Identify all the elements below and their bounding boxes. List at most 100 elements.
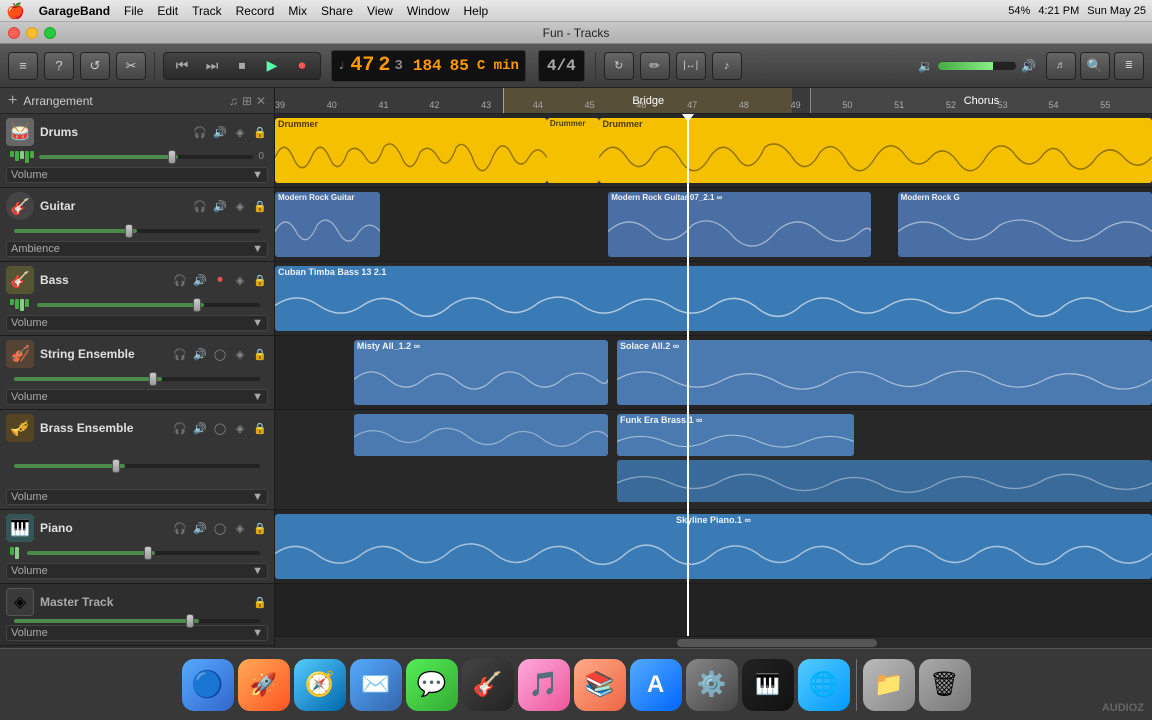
fast-forward-button[interactable]: ⏭ [198,53,226,79]
piano-smart-btn[interactable]: ◈ [232,520,248,536]
strings-smart-btn[interactable]: ◈ [232,346,248,362]
guitar-volume-knob[interactable] [125,224,133,238]
piano-volume-select[interactable]: Volume▼ [6,563,268,579]
menu-window[interactable]: Window [407,4,450,18]
strings-mute-btn[interactable]: ◯ [212,346,228,362]
maximize-button[interactable] [44,27,56,39]
bass-lock-btn[interactable]: 🔒 [252,272,268,288]
minimize-button[interactable] [26,27,38,39]
record-button[interactable]: ⏺ [288,53,316,79]
bass-volume-knob[interactable] [193,298,201,312]
menu-help[interactable]: Help [464,4,489,18]
dock-systemprefs[interactable]: ⚙️ [686,659,738,711]
dock-safari[interactable]: 🧭 [294,659,346,711]
brass-clip-funk[interactable]: Funk Era Brass.1 ∞ [617,414,854,456]
rewind-button[interactable]: ⏮ [168,53,196,79]
master-volume-knob[interactable] [186,614,194,628]
dock-trash[interactable]: 🗑 [919,659,971,711]
brass-volume-knob[interactable] [112,459,120,473]
guitar-lock-btn[interactable]: 🔒 [252,198,268,214]
brass-lock-btn[interactable]: 🔒 [252,420,268,436]
guitar-volume-select[interactable]: Ambience▼ [6,241,268,257]
stop-button[interactable]: ⏹ [228,53,256,79]
strings-headphones-btn[interactable]: 🎧 [172,346,188,362]
add-track-button[interactable]: + [8,92,17,110]
dock-launchpad[interactable]: 🚀 [238,659,290,711]
cycle-button[interactable]: ↻ [604,52,634,80]
menu-view[interactable]: View [367,4,393,18]
snap-button[interactable]: |↔| [676,52,706,80]
dock-garageband[interactable]: 🎸 [462,659,514,711]
dock-appstore[interactable]: A [630,659,682,711]
dock-finder[interactable]: 🔵 [182,659,234,711]
drums-headphones-btn[interactable]: 🎧 [192,124,208,140]
drums-clip-2[interactable]: Drummer [547,118,600,183]
guitar-clip-1[interactable]: Modern Rock Guitar [275,192,380,257]
strings-clip-2[interactable]: Solace All.2 ∞ [617,340,1152,405]
strings-speaker-btn[interactable]: 🔊 [192,346,208,362]
piano-volume-knob[interactable] [144,546,152,560]
dock-finder2[interactable]: 📁 [863,659,915,711]
arrangement-note-icon[interactable]: ♫ [229,94,238,108]
bass-smart-btn[interactable]: ◈ [232,272,248,288]
menu-mix[interactable]: Mix [288,4,307,18]
piano-headphones-btn[interactable]: 🎧 [172,520,188,536]
play-button[interactable]: ▶ [258,53,286,79]
piano-clip-1[interactable]: Skyline Piano.1 ∞ [275,514,1152,579]
brass-smart-btn[interactable]: ◈ [232,420,248,436]
drums-volume-select[interactable]: Volume▼ [6,167,268,183]
drums-clip-3[interactable]: Drummer [599,118,1152,183]
strings-volume-select[interactable]: Volume▼ [6,389,268,405]
master-volume-select[interactable]: Volume▼ [6,625,268,641]
strings-volume-knob[interactable] [149,372,157,386]
score-button[interactable]: ♬ [1046,52,1076,80]
guitar-clip-2[interactable]: Modern Rock Guitar 07_2.1 ∞ [608,192,871,257]
brass-headphones-btn[interactable]: 🎧 [172,420,188,436]
apple-menu[interactable]: 🍎 [6,2,25,20]
brass-mute-btn[interactable]: ◯ [212,420,228,436]
help-button[interactable]: ? [44,52,74,80]
horizontal-scrollbar[interactable] [275,636,1152,648]
menu-track[interactable]: Track [192,4,222,18]
bass-headphones-btn[interactable]: 🎧 [172,272,188,288]
piano-mute-btn[interactable]: ◯ [212,520,228,536]
note-button[interactable]: ♪ [712,52,742,80]
dock-itunes[interactable]: 🎵 [518,659,570,711]
pencil-button[interactable]: ✏ [640,52,670,80]
arrangement-grid-icon[interactable]: ⊞ [242,94,252,108]
library-button[interactable]: ≡ [8,52,38,80]
guitar-speaker-btn[interactable]: 🔊 [212,198,228,214]
brass-speaker-btn[interactable]: 🔊 [192,420,208,436]
dock-books[interactable]: 📚 [574,659,626,711]
menu-share[interactable]: Share [321,4,353,18]
bass-volume-select[interactable]: Volume▼ [6,315,268,331]
strings-lock-btn[interactable]: 🔒 [252,346,268,362]
guitar-smart-btn[interactable]: ◈ [232,198,248,214]
dock-safari2[interactable]: 🌐 [798,659,850,711]
undo-button[interactable]: ↺ [80,52,110,80]
drums-clip-1[interactable]: Drummer [275,118,547,183]
menu-edit[interactable]: Edit [157,4,178,18]
brass-clip-1[interactable] [354,414,608,456]
piano-speaker-btn[interactable]: 🔊 [192,520,208,536]
redo-button[interactable]: ✂ [116,52,146,80]
dock-midi[interactable]: 🎹 [742,659,794,711]
app-name[interactable]: GarageBand [39,4,110,18]
close-button[interactable] [8,27,20,39]
search-button[interactable]: 🔍 [1080,52,1110,80]
menu-file[interactable]: File [124,4,143,18]
bass-clip-1[interactable]: Cuban Timba Bass 13 2.1 [275,266,1152,331]
menu-record[interactable]: Record [236,4,275,18]
drums-lock-btn[interactable]: 🔒 [252,124,268,140]
drums-smart-btn[interactable]: ◈ [232,124,248,140]
brass-clip-bottom[interactable] [617,460,1152,502]
brass-volume-select[interactable]: Volume▼ [6,489,268,505]
dock-mail[interactable]: ✉️ [350,659,402,711]
browser-button[interactable]: ≣ [1114,52,1144,80]
guitar-headphones-btn[interactable]: 🎧 [192,198,208,214]
master-volume-slider[interactable] [937,61,1017,71]
scroll-thumb[interactable] [677,639,877,647]
drums-speaker-btn[interactable]: 🔊 [212,124,228,140]
arrangement-close-icon[interactable]: ✕ [256,94,266,108]
drums-volume-knob[interactable] [168,150,176,164]
